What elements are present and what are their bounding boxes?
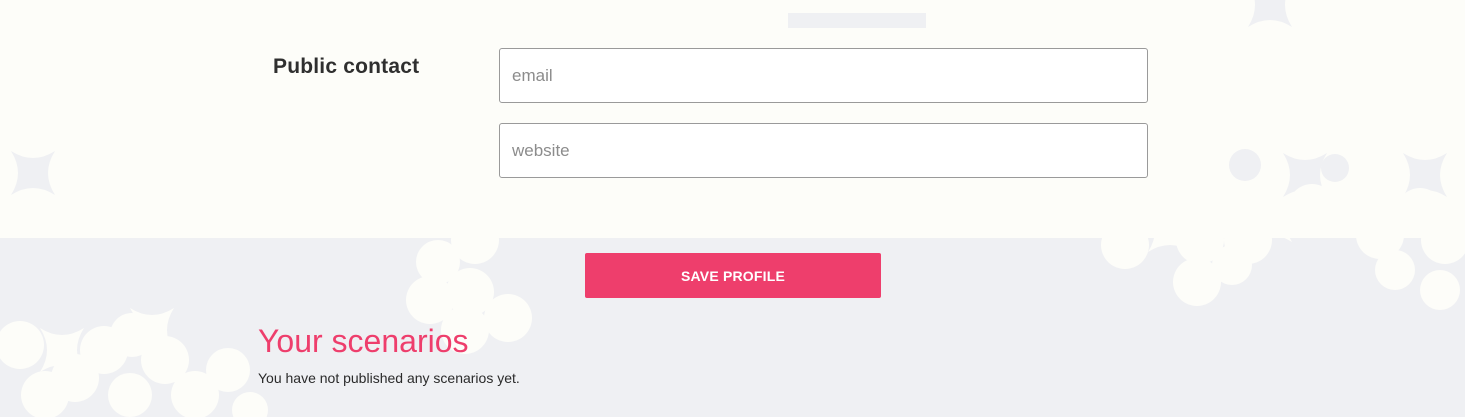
scenarios-empty-message: You have not published any scenarios yet… (258, 370, 520, 386)
save-profile-button[interactable]: SAVE PROFILE (585, 253, 881, 298)
website-field[interactable] (499, 123, 1148, 178)
scenarios-heading: Your scenarios (258, 323, 469, 359)
public-contact-label: Public contact (273, 55, 420, 78)
email-field[interactable] (499, 48, 1148, 103)
top-tab-decoration (788, 13, 926, 28)
